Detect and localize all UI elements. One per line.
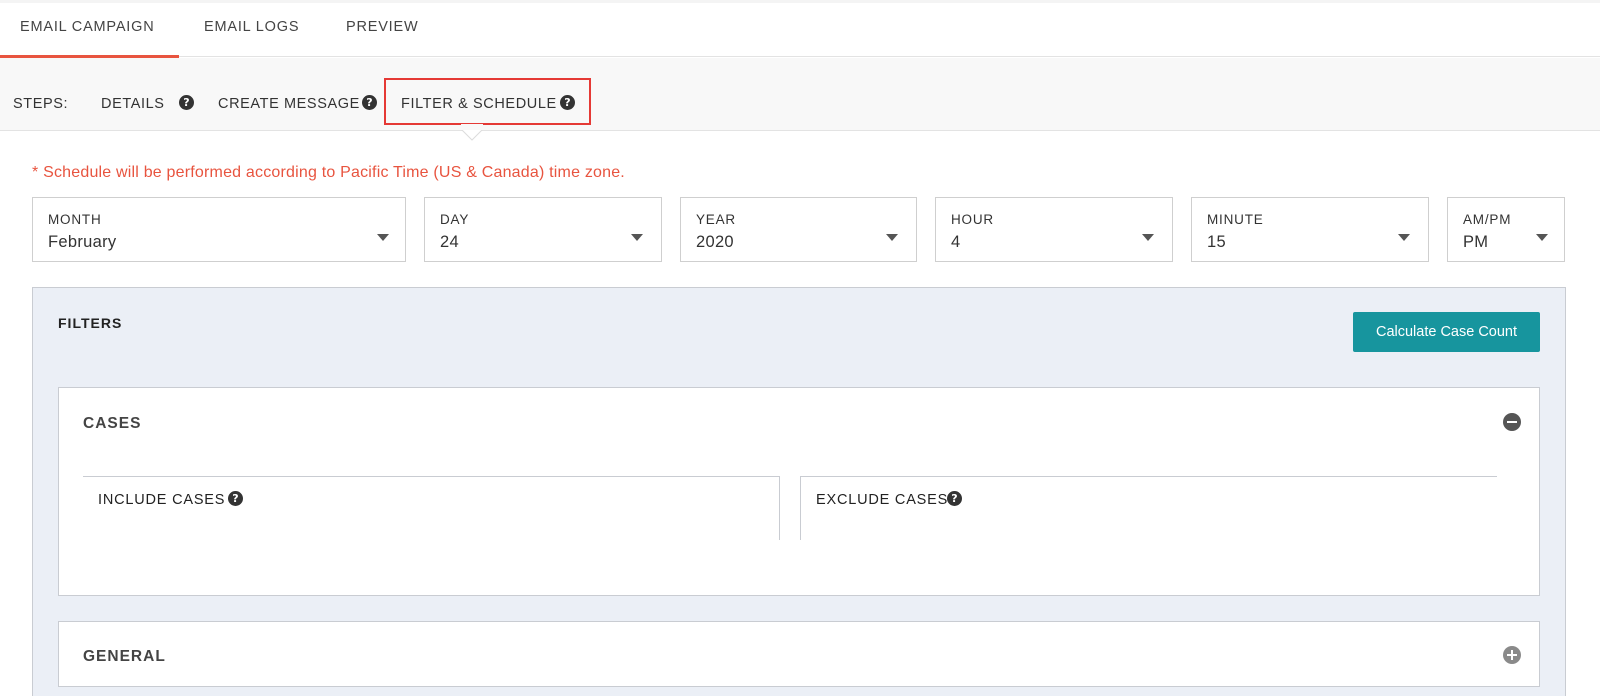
chevron-down-icon	[1398, 234, 1410, 241]
step-details[interactable]: DETAILS	[101, 96, 165, 112]
top-edge-line	[0, 0, 1600, 3]
chevron-down-icon	[377, 234, 389, 241]
hour-label: HOUR	[951, 212, 994, 227]
chevron-down-icon	[631, 234, 643, 241]
day-select[interactable]: DAY 24	[424, 197, 662, 262]
calculate-case-count-button[interactable]: Calculate Case Count	[1353, 312, 1540, 352]
year-label: YEAR	[696, 212, 736, 227]
ampm-value: PM	[1463, 233, 1489, 251]
question-circle-icon[interactable]: ?	[362, 95, 377, 110]
active-step-highlight	[384, 78, 591, 125]
cases-title: CASES	[83, 415, 142, 432]
question-circle-icon[interactable]: ?	[228, 491, 243, 506]
steps-bar: STEPS: DETAILS ? CREATE MESSAGE ? FILTER…	[0, 58, 1600, 131]
question-circle-icon[interactable]: ?	[179, 95, 194, 110]
minute-value: 15	[1207, 233, 1226, 251]
minute-select[interactable]: MINUTE 15	[1191, 197, 1429, 262]
tab-email-campaign[interactable]: EMAIL CAMPAIGN	[20, 19, 154, 35]
minus-circle-icon[interactable]	[1503, 413, 1521, 431]
chevron-down-icon	[1142, 234, 1154, 241]
hour-value: 4	[951, 233, 961, 251]
day-label: DAY	[440, 212, 470, 227]
month-select[interactable]: MONTH February	[32, 197, 406, 262]
chevron-down-icon	[1536, 234, 1548, 241]
day-value: 24	[440, 233, 459, 251]
month-value: February	[48, 233, 117, 251]
step-create-message[interactable]: CREATE MESSAGE	[218, 96, 360, 112]
filters-title: FILTERS	[58, 315, 123, 331]
cases-card: CASES INCLUDE CASES ? EXCLUDE CASES ?	[58, 387, 1540, 596]
tab-preview[interactable]: PREVIEW	[346, 19, 418, 35]
ampm-label: AM/PM	[1463, 212, 1512, 227]
exclude-cases-label: EXCLUDE CASES	[816, 492, 949, 508]
hour-select[interactable]: HOUR 4	[935, 197, 1173, 262]
filters-panel: FILTERS Calculate Case Count CASES INCLU…	[32, 287, 1566, 696]
steps-label: STEPS:	[13, 96, 69, 112]
chevron-down-icon	[886, 234, 898, 241]
timezone-notice: * Schedule will be performed according t…	[32, 164, 625, 181]
include-cases-label: INCLUDE CASES	[98, 492, 226, 508]
include-cases-panel: INCLUDE CASES ?	[83, 476, 780, 540]
year-select[interactable]: YEAR 2020	[680, 197, 917, 262]
top-tab-bar: EMAIL CAMPAIGN EMAIL LOGS PREVIEW	[0, 0, 1600, 58]
tab-email-logs[interactable]: EMAIL LOGS	[204, 19, 299, 35]
month-label: MONTH	[48, 212, 102, 227]
year-value: 2020	[696, 233, 734, 251]
active-step-caret	[461, 124, 483, 141]
ampm-select[interactable]: AM/PM PM	[1447, 197, 1565, 262]
plus-circle-icon[interactable]	[1503, 646, 1521, 664]
general-title: GENERAL	[83, 648, 166, 665]
question-circle-icon[interactable]: ?	[947, 491, 962, 506]
minute-label: MINUTE	[1207, 212, 1264, 227]
exclude-cases-panel: EXCLUDE CASES ?	[800, 476, 1497, 540]
general-card[interactable]: GENERAL	[58, 621, 1540, 687]
